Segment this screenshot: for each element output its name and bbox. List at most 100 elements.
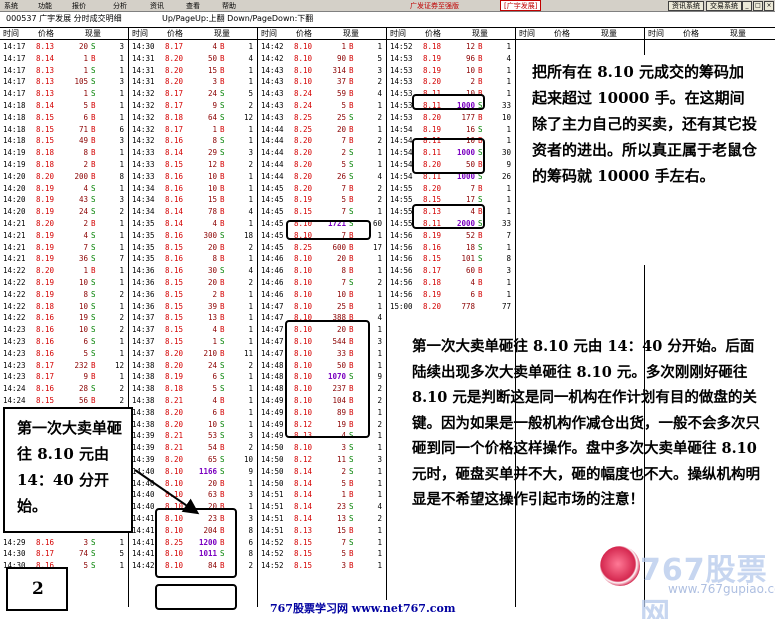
trade-volume: 15	[336, 525, 346, 535]
highlight-box	[155, 508, 237, 578]
trade-time: 14:30	[3, 549, 26, 559]
trade-volume: 39	[207, 301, 217, 311]
trade-side: S	[349, 466, 354, 476]
trade-system-button[interactable]: 交易系统	[706, 1, 742, 11]
trade-row: 14:51 8.13 15 B 1	[258, 525, 386, 536]
trade-time: 14:51	[261, 525, 284, 535]
trade-time: 14:39	[132, 431, 155, 441]
menu-help[interactable]: 帮助	[222, 1, 236, 11]
close-icon[interactable]: ×	[764, 1, 774, 11]
trade-time: 14:35	[132, 219, 155, 228]
trade-volume: 177	[461, 112, 475, 122]
trade-price: 8.10	[165, 478, 184, 488]
maximize-icon[interactable]: □	[753, 1, 763, 11]
trade-volume: 29	[207, 148, 217, 158]
trade-side: S	[91, 254, 96, 264]
menu-view[interactable]: 查看	[186, 1, 200, 11]
menu-info[interactable]: 资讯	[150, 1, 164, 11]
trade-side: S	[220, 148, 225, 158]
trade-side: S	[349, 514, 354, 523]
trade-row: 14:37 8.20 210 B 11	[129, 348, 257, 359]
trade-side: B	[478, 53, 483, 63]
trade-side: S	[220, 136, 225, 146]
trade-side: B	[91, 112, 96, 122]
trade-row: 14:22 8.18 10 S 1	[0, 301, 128, 312]
trade-time: 14:23	[3, 337, 26, 346]
trade-time: 14:34	[132, 195, 155, 205]
menu-function[interactable]: 功能	[38, 1, 52, 11]
trade-time: 14:48	[261, 360, 284, 370]
trade-row: 14:37 8.15 1 S 1	[129, 336, 257, 347]
trade-count: 2	[119, 396, 124, 405]
trade-side: B	[478, 112, 483, 122]
trade-time: 14:55	[390, 183, 413, 193]
trade-side: B	[220, 242, 225, 252]
menu-quote[interactable]: 报价	[72, 1, 86, 11]
trade-volume: 7	[470, 183, 475, 193]
trade-volume: 60	[465, 266, 475, 276]
trade-time: 14:43	[261, 77, 284, 87]
trade-time: 14:45	[261, 207, 284, 217]
menu-system[interactable]: 系统	[4, 1, 18, 11]
trade-side: B	[349, 89, 354, 99]
trade-count: 2	[119, 207, 124, 217]
minimize-icon[interactable]: _	[742, 1, 752, 11]
trade-count: 10	[243, 455, 253, 464]
menu-analysis[interactable]: 分析	[113, 1, 127, 11]
annotation-first-sell: 第一次大卖单砸往 8.10 元由 14：40 分开始。	[3, 407, 133, 533]
trade-price: 8.10	[294, 42, 313, 51]
trade-volume: 78	[207, 207, 217, 217]
trade-time: 14:17	[3, 65, 26, 75]
trade-row: 14:18 8.15 6 B 1	[0, 112, 128, 123]
trade-count: 1	[377, 289, 382, 299]
trade-price: 8.15	[165, 337, 184, 346]
trade-side: S	[220, 455, 225, 464]
trade-count: 1	[248, 301, 253, 311]
trade-price: 8.19	[423, 65, 442, 75]
trade-row: 14:23 8.17 9 B 1	[0, 371, 128, 382]
trade-volume: 15	[207, 65, 217, 75]
trade-count: 2	[377, 514, 382, 523]
trade-row: 14:43 8.24 59 B 4	[258, 88, 386, 99]
trade-price: 8.19	[423, 53, 442, 63]
trade-side: S	[220, 372, 225, 382]
trade-volume: 1	[83, 266, 88, 276]
trade-count: 1	[248, 478, 253, 488]
trade-volume: 3	[212, 77, 217, 87]
trade-time: 14:20	[3, 171, 26, 181]
trade-time: 14:52	[261, 549, 284, 559]
trade-price: 8.19	[36, 195, 55, 205]
trade-price: 8.10	[294, 289, 313, 299]
news-system-button[interactable]: 资讯系统	[668, 1, 704, 11]
trade-count: 1	[119, 348, 124, 358]
trade-time: 14:42	[261, 53, 284, 63]
trade-time: 14:32	[132, 112, 155, 122]
trade-price: 8.15	[36, 136, 55, 146]
trade-count: 3	[119, 42, 124, 51]
trade-price: 8.14	[165, 207, 184, 217]
trade-side: B	[349, 42, 354, 51]
trade-count: 1	[377, 466, 382, 476]
header-vol: 现量	[730, 29, 746, 38]
trade-volume: 2	[341, 466, 346, 476]
trade-time: 14:49	[261, 419, 284, 429]
trade-side: S	[220, 360, 225, 370]
trade-count: 2	[248, 561, 253, 571]
trade-count: 1	[248, 407, 253, 417]
trade-row: 14:56 8.19 6 B 1	[387, 289, 515, 300]
trade-time: 14:41	[132, 514, 155, 523]
trade-time: 14:43	[261, 65, 284, 75]
trade-price: 8.15	[294, 537, 313, 547]
trade-row: 14:32 8.16 8 S 1	[129, 135, 257, 146]
trade-price: 8.18	[36, 148, 55, 158]
trade-row: 15:00 8.20 778 77	[387, 301, 515, 312]
trade-side: S	[91, 301, 96, 311]
trade-time: 14:32	[132, 124, 155, 134]
trade-time: 14:54	[390, 148, 413, 158]
trade-volume: 20	[207, 242, 217, 252]
trade-side: B	[220, 278, 225, 287]
trade-volume: 6	[83, 337, 88, 346]
header-price: 价格	[38, 29, 54, 38]
trade-volume: 7	[341, 537, 346, 547]
trade-side: B	[220, 289, 225, 299]
